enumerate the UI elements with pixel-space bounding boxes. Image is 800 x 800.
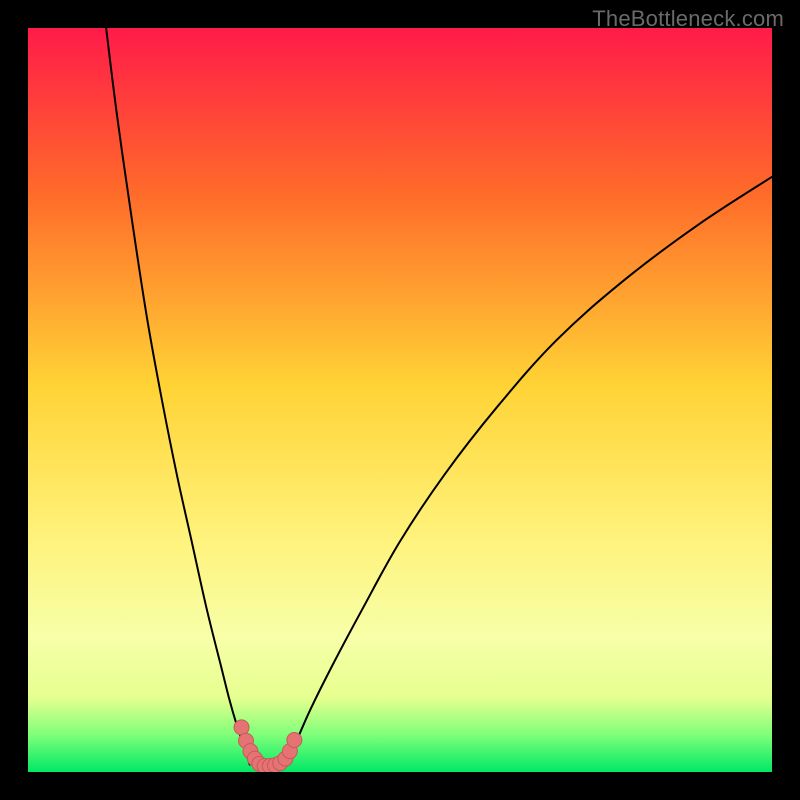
valley-marker xyxy=(234,720,249,735)
watermark-text: TheBottleneck.com xyxy=(592,6,784,32)
chart-frame: TheBottleneck.com xyxy=(0,0,800,800)
valley-marker xyxy=(287,733,302,748)
bottleneck-chart xyxy=(28,28,772,772)
gradient-background xyxy=(28,28,772,772)
